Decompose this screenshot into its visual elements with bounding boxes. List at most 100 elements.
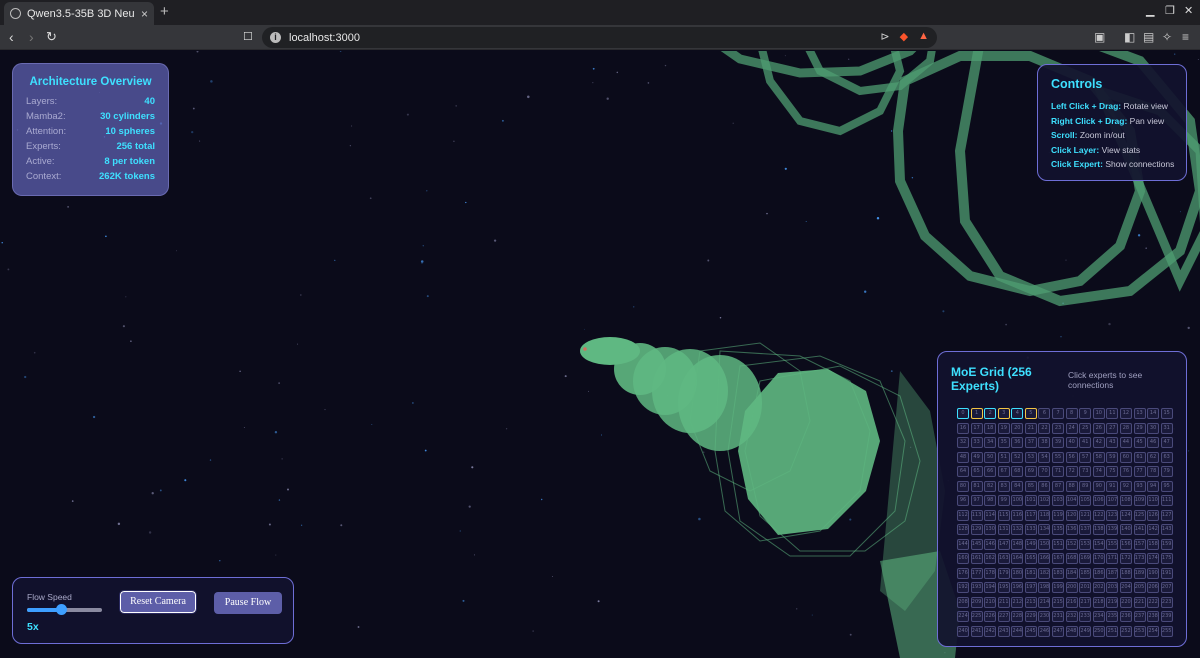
expert-cell[interactable]: 157 [1133, 538, 1146, 550]
expert-cell[interactable]: 154 [1092, 538, 1105, 550]
expert-cell[interactable]: 76 [1119, 466, 1132, 477]
expert-cell[interactable]: 11 [1106, 408, 1119, 419]
expert-cell[interactable]: 247 [1052, 625, 1065, 637]
expert-cell[interactable]: 40 [1065, 437, 1078, 448]
expert-cell[interactable]: 8 [1065, 408, 1078, 419]
expert-cell[interactable]: 88 [1065, 480, 1078, 492]
expert-cell[interactable]: 134 [1038, 524, 1051, 535]
expert-cell[interactable]: 249 [1079, 625, 1092, 637]
new-tab-button[interactable]: + [160, 3, 169, 20]
neural-3d-canvas[interactable]: Architecture Overview Layers: 40 Mamba2: … [0, 51, 1200, 658]
expert-cell[interactable]: 108 [1119, 495, 1132, 506]
expert-cell[interactable]: 145 [970, 538, 983, 550]
browser-tab[interactable]: Qwen3.5-35B 3D Neural N × [4, 2, 154, 25]
expert-cell[interactable]: 18 [984, 422, 997, 434]
expert-cell[interactable]: 135 [1052, 524, 1065, 535]
share-icon[interactable]: ⊳ [880, 30, 889, 43]
expert-cell[interactable]: 218 [1092, 596, 1105, 608]
expert-cell[interactable]: 228 [1011, 611, 1024, 622]
expert-cell[interactable]: 119 [1052, 509, 1065, 521]
expert-cell[interactable]: 97 [970, 495, 983, 506]
expert-cell[interactable]: 58 [1092, 451, 1105, 463]
expert-cell[interactable]: 246 [1038, 625, 1051, 637]
expert-cell[interactable]: 91 [1106, 480, 1119, 492]
expert-cell[interactable]: 50 [984, 451, 997, 463]
expert-cell[interactable]: 208 [957, 596, 969, 608]
expert-cell[interactable]: 17 [970, 422, 983, 434]
expert-cell[interactable]: 81 [970, 480, 983, 492]
expert-cell[interactable]: 75 [1106, 466, 1119, 477]
expert-cell[interactable]: 223 [1160, 596, 1173, 608]
minimize-icon[interactable]: ▁ [1146, 4, 1154, 17]
expert-cell[interactable]: 26 [1092, 422, 1105, 434]
expert-cell[interactable]: 68 [1011, 466, 1024, 477]
expert-cell[interactable]: 2 [984, 408, 997, 419]
expert-cell[interactable]: 195 [997, 582, 1010, 593]
expert-cell[interactable]: 179 [997, 567, 1010, 579]
expert-cell[interactable]: 29 [1133, 422, 1146, 434]
expert-cell[interactable]: 99 [997, 495, 1010, 506]
back-icon[interactable]: ‹ [9, 29, 14, 45]
expert-cell[interactable]: 51 [997, 451, 1010, 463]
expert-cell[interactable]: 105 [1079, 495, 1092, 506]
expert-cell[interactable]: 163 [997, 553, 1010, 564]
sidebar-icon[interactable]: ◧ [1124, 30, 1135, 44]
expert-cell[interactable]: 162 [984, 553, 997, 564]
expert-cell[interactable]: 60 [1119, 451, 1132, 463]
expert-cell[interactable]: 255 [1160, 625, 1173, 637]
expert-cell[interactable]: 106 [1092, 495, 1105, 506]
brave-rewards-icon[interactable]: ▲ [918, 30, 929, 43]
expert-cell[interactable]: 178 [984, 567, 997, 579]
expert-cell[interactable]: 10 [1092, 408, 1105, 419]
expert-cell[interactable]: 125 [1133, 509, 1146, 521]
expert-cell[interactable]: 63 [1160, 451, 1173, 463]
expert-cell[interactable]: 181 [1024, 567, 1037, 579]
expert-cell[interactable]: 171 [1106, 553, 1119, 564]
expert-cell[interactable]: 203 [1106, 582, 1119, 593]
expert-cell[interactable]: 123 [1106, 509, 1119, 521]
expert-cell[interactable]: 122 [1092, 509, 1105, 521]
address-bar[interactable]: i localhost:3000 ⊳ ◆ ▲ [262, 27, 937, 48]
expert-cell[interactable]: 70 [1038, 466, 1051, 477]
expert-cell[interactable]: 224 [957, 611, 969, 622]
expert-cell[interactable]: 77 [1133, 466, 1146, 477]
expert-cell[interactable]: 196 [1011, 582, 1024, 593]
expert-cell[interactable]: 109 [1133, 495, 1146, 506]
expert-cell[interactable]: 52 [1011, 451, 1024, 463]
expert-cell[interactable]: 118 [1038, 509, 1051, 521]
expert-cell[interactable]: 192 [957, 582, 969, 593]
expert-cell[interactable]: 25 [1079, 422, 1092, 434]
expert-cell[interactable]: 184 [1065, 567, 1078, 579]
expert-cell[interactable]: 236 [1119, 611, 1132, 622]
expert-cell[interactable]: 9 [1079, 408, 1092, 419]
expert-cell[interactable]: 71 [1052, 466, 1065, 477]
expert-cell[interactable]: 159 [1160, 538, 1173, 550]
expert-cell[interactable]: 231 [1052, 611, 1065, 622]
expert-cell[interactable]: 204 [1119, 582, 1132, 593]
expert-cell[interactable]: 14 [1147, 408, 1160, 419]
expert-cell[interactable]: 144 [957, 538, 969, 550]
expert-cell[interactable]: 94 [1147, 480, 1160, 492]
expert-cell[interactable]: 141 [1133, 524, 1146, 535]
expert-cell[interactable]: 111 [1160, 495, 1173, 506]
expert-cell[interactable]: 132 [1011, 524, 1024, 535]
expert-cell[interactable]: 127 [1160, 509, 1173, 521]
expert-cell[interactable]: 57 [1079, 451, 1092, 463]
expert-cell[interactable]: 146 [984, 538, 997, 550]
expert-cell[interactable]: 62 [1147, 451, 1160, 463]
expert-cell[interactable]: 84 [1011, 480, 1024, 492]
expert-cell[interactable]: 217 [1079, 596, 1092, 608]
expert-cell[interactable]: 153 [1079, 538, 1092, 550]
expert-cell[interactable]: 148 [1011, 538, 1024, 550]
expert-cell[interactable]: 209 [970, 596, 983, 608]
expert-cell[interactable]: 216 [1065, 596, 1078, 608]
expert-cell[interactable]: 12 [1119, 408, 1132, 419]
expert-cell[interactable]: 237 [1133, 611, 1146, 622]
expert-cell[interactable]: 149 [1024, 538, 1037, 550]
expert-cell[interactable]: 32 [957, 437, 969, 448]
expert-cell[interactable]: 89 [1079, 480, 1092, 492]
expert-cell[interactable]: 4 [1011, 408, 1024, 419]
expert-cell[interactable]: 254 [1147, 625, 1160, 637]
expert-cell[interactable]: 115 [997, 509, 1010, 521]
expert-cell[interactable]: 19 [997, 422, 1010, 434]
